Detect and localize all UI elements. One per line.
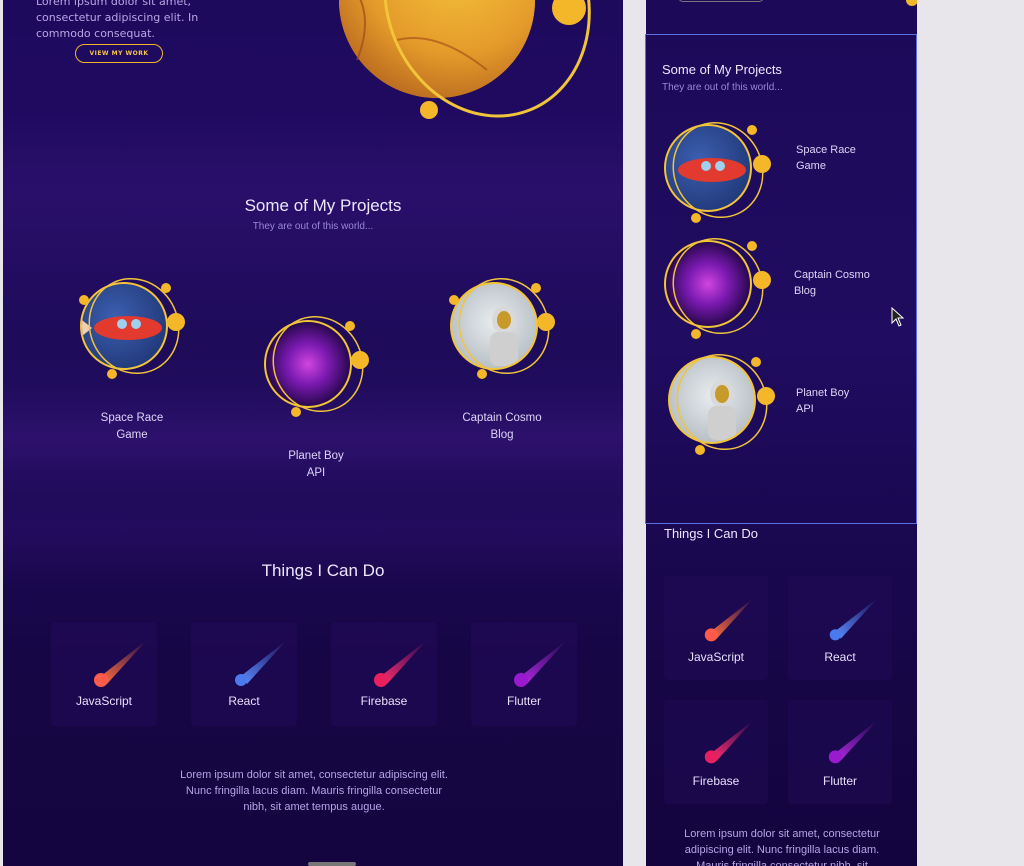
orbit-ring (272, 315, 369, 417)
rocket-thumbnail (76, 276, 188, 380)
project-label: Captain Cosmo Blog (462, 412, 542, 441)
project-card-captain-cosmo[interactable]: Captain Cosmo Blog (445, 276, 559, 444)
comet-icon (514, 640, 567, 687)
skill-label: JavaScript (75, 694, 133, 708)
skills-title: Things I Can Do (261, 561, 385, 580)
skill-card-firebase[interactable]: Firebase (331, 622, 437, 726)
project-label: Planet Boy API (288, 450, 344, 479)
design-canvas: Lorem ipsum dolor sit amet, consectetur … (0, 0, 1024, 866)
mobile-projects-title: Some of My Projects (662, 62, 782, 77)
skill-label: Flutter (506, 694, 541, 708)
comet-icon (704, 719, 754, 764)
comet-icon (829, 597, 878, 641)
comet-icon (235, 640, 287, 686)
mobile-skill-javascript[interactable]: JavaScript (664, 576, 768, 680)
mobile-skills-title: Things I Can Do (664, 526, 758, 541)
skill-card-javascript[interactable]: JavaScript (51, 622, 157, 726)
planet-illustration (339, 0, 591, 119)
orbit-ring (449, 277, 555, 379)
orbit-dot (906, 0, 917, 6)
mobile-project-label: Planet Boy API (796, 387, 850, 415)
comet-icon (704, 597, 754, 642)
project-card-space-race[interactable]: Space Race Game (75, 276, 189, 444)
view-my-work-button[interactable]: VIEW MY WORK (75, 44, 163, 63)
footer-paragraph: Lorem ipsum dolor sit amet, consectetur … (180, 769, 448, 813)
mobile-project-space-race[interactable] (662, 120, 772, 224)
comet-icon (94, 640, 147, 687)
projects-title: Some of My Projects (244, 196, 402, 215)
mobile-skill-flutter[interactable]: Flutter (788, 700, 892, 804)
mobile-projects-subtitle: They are out of this world... (662, 82, 783, 93)
orbit-ring (672, 237, 771, 339)
skill-label: React (228, 694, 260, 708)
horizontal-scrollbar[interactable] (308, 862, 356, 866)
comet-icon (828, 719, 878, 764)
mobile-project-label: Captain Cosmo Blog (794, 269, 870, 297)
skill-card-react[interactable]: React (191, 622, 297, 726)
mobile-project-label: Space Race Game (796, 144, 856, 172)
orbit-ring (79, 277, 185, 379)
mobile-frame[interactable]: Some of My Projects They are out of this… (646, 0, 917, 866)
projects-subtitle: They are out of this world... (252, 221, 374, 232)
skill-label: Firebase (360, 694, 408, 708)
skill-label: React (824, 650, 856, 664)
mobile-footer-paragraph: Lorem ipsum dolor sit amet, consectetur … (684, 828, 880, 866)
skill-label: JavaScript (687, 650, 745, 664)
mobile-project-planet-boy[interactable] (662, 352, 776, 456)
mobile-skill-firebase[interactable]: Firebase (664, 700, 768, 804)
skill-label: Firebase (692, 774, 740, 788)
desktop-frame[interactable]: Lorem ipsum dolor sit amet, consectetur … (3, 0, 623, 866)
skill-label: Flutter (822, 774, 857, 788)
mobile-skill-react[interactable]: React (788, 576, 892, 680)
mobile-project-captain-cosmo[interactable] (662, 236, 772, 340)
view-my-work-button-mobile[interactable] (678, 0, 764, 2)
astronaut-thumbnail (446, 276, 558, 380)
nebula-thumbnail (260, 314, 372, 418)
project-label: Space Race Game (100, 412, 164, 441)
orbit-ring (672, 121, 771, 223)
hero-text: Lorem ipsum dolor sit amet, consectetur … (36, 0, 199, 40)
orbit-ring (676, 353, 775, 455)
mouse-cursor-icon (891, 307, 905, 327)
comet-icon (374, 640, 427, 687)
skill-card-flutter[interactable]: Flutter (471, 622, 577, 726)
project-card-planet-boy[interactable]: Planet Boy API (259, 314, 373, 482)
